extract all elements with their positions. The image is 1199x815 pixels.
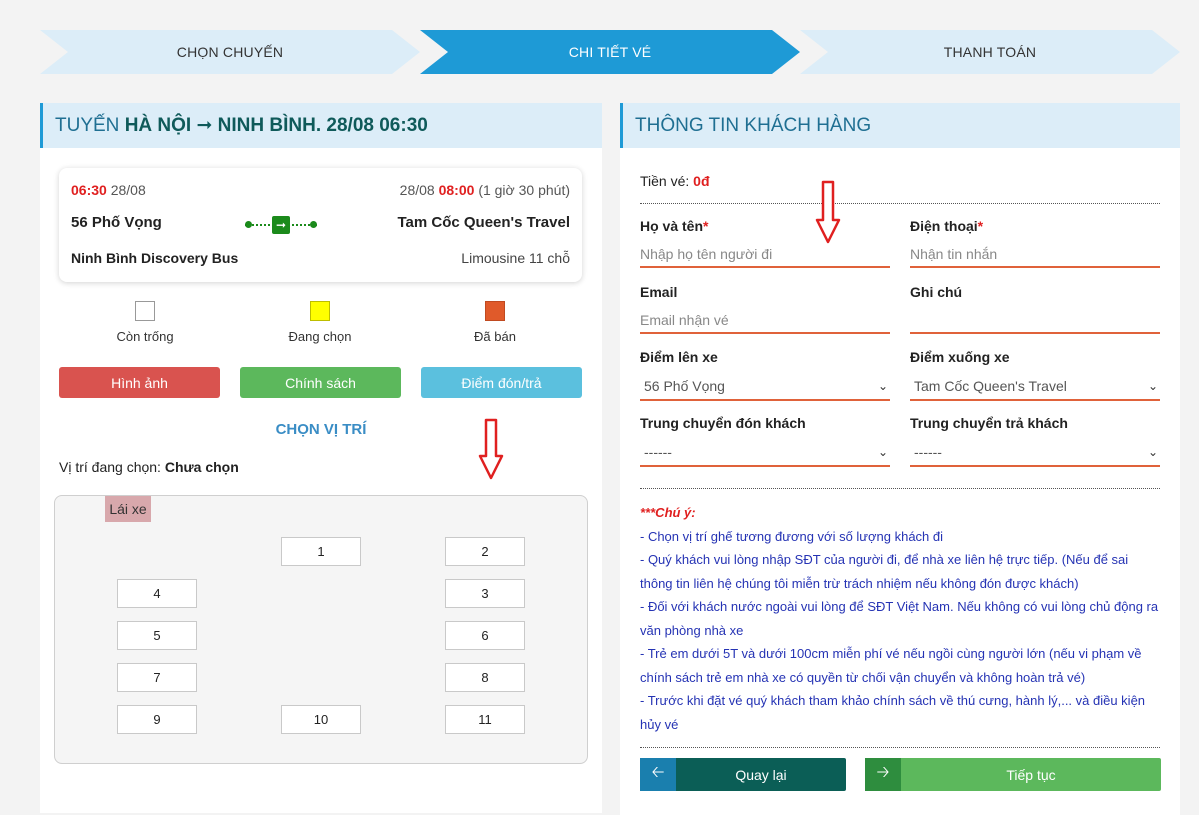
annotation-arrow-icon	[815, 180, 841, 244]
policy-button[interactable]: Chính sách	[240, 367, 401, 398]
phone-field[interactable]: Nhận tin nhắn	[910, 242, 1160, 268]
transfer-dropoff-select[interactable]: ------ ⌄	[910, 439, 1160, 467]
dropoff-point-select[interactable]: Tam Cốc Queen's Travel ⌄	[910, 373, 1160, 401]
route-datetime: . 28/08 06:30	[315, 114, 428, 136]
arrow-left-icon: 🡠	[640, 758, 676, 791]
annotation-arrow-icon	[478, 418, 504, 480]
step-payment[interactable]: THANH TOÁN	[800, 30, 1180, 74]
divider	[640, 747, 1160, 748]
arrow-right-icon: 🡢	[865, 758, 901, 791]
customer-title: THÔNG TIN KHÁCH HÀNG	[635, 114, 872, 136]
driver-seat: Lái xe	[105, 496, 151, 522]
seat[interactable]: 10	[281, 705, 361, 734]
transfer-pickup-label: Trung chuyển đón khách	[640, 415, 806, 431]
customer-panel: THÔNG TIN KHÁCH HÀNG Tiền vé: 0đ Họ và t…	[620, 103, 1180, 815]
back-button[interactable]: 🡠 Quay lại	[640, 758, 846, 791]
choose-seat-title: CHỌN VỊ TRÍ	[275, 421, 367, 438]
selected-seat-label: Vị trí đang chọn:	[59, 459, 165, 475]
seat[interactable]: 8	[445, 663, 525, 692]
step-ticket-details[interactable]: CHI TIẾT VÉ	[420, 30, 800, 74]
seat-map: Lái xe 1 2 4 3 5 6 7 8 9 10 11	[54, 495, 588, 764]
legend-sold: Đã bán	[435, 301, 555, 344]
transfer-pickup-select[interactable]: ------ ⌄	[640, 439, 890, 467]
notice-line: - Trước khi đặt vé quý khách tham khảo c…	[640, 693, 1146, 732]
seat[interactable]: 4	[117, 579, 197, 608]
seat[interactable]: 9	[117, 705, 197, 734]
selected-seat-value: Chưa chọn	[164, 459, 239, 475]
seat[interactable]: 5	[117, 621, 197, 650]
legend-selecting: Đang chọn	[260, 301, 380, 344]
legend-label: Đã bán	[474, 329, 516, 344]
transfer-dropoff-label: Trung chuyển trả khách	[910, 415, 1068, 431]
seat[interactable]: 1	[281, 537, 361, 566]
legend-label: Đang chọn	[288, 329, 352, 344]
phone-label: Điện thoại*	[910, 218, 984, 234]
chevron-down-icon: ⌄	[1147, 445, 1158, 459]
name-label: Họ và tên*	[640, 218, 709, 234]
pickup-dropoff-button[interactable]: Điểm đón/trả	[421, 367, 582, 398]
notice-line: - Đối với khách nước ngoài vui lòng để S…	[640, 599, 1159, 638]
ticket-price: Tiền vé: 0đ	[640, 173, 710, 189]
notice-line: - Chọn vị trí ghế tương đương với số lượ…	[640, 528, 944, 544]
email-field[interactable]: Email nhận vé	[640, 308, 890, 334]
trip-destination: Tam Cốc Queen's Travel	[397, 214, 570, 231]
step-choose-trip[interactable]: CHỌN CHUYẾN	[40, 30, 420, 74]
email-label: Email	[640, 284, 678, 300]
pickup-point-select[interactable]: 56 Phố Vọng ⌄	[640, 373, 890, 401]
trip-duration: (1 giờ 30 phút)	[478, 182, 570, 198]
arrive-date: 28/08	[399, 182, 435, 198]
step-label: CHỌN CHUYẾN	[176, 44, 284, 60]
seat[interactable]: 7	[117, 663, 197, 692]
notice-title: ***Chú ý:	[640, 505, 696, 520]
legend-label: Còn trống	[116, 329, 174, 344]
legend-available: Còn trống	[85, 301, 205, 344]
trip-origin: 56 Phố Vọng	[71, 214, 162, 231]
route-prefix: TUYẾN	[55, 114, 120, 136]
continue-button[interactable]: 🡢 Tiếp tục	[865, 758, 1161, 791]
arrive-time: 08:00	[438, 182, 475, 198]
price-value: 0đ	[693, 173, 710, 189]
progress-steps: CHỌN CHUYẾN CHI TIẾT VÉ THANH TOÁN	[40, 30, 1180, 74]
notice-line: - Quý khách vui lòng nhập SĐT của người …	[640, 552, 1129, 591]
notice-line: - Trẻ em dưới 5T và dưới 100cm miễn phí …	[640, 646, 1142, 685]
selecting-swatch	[310, 301, 330, 321]
trip-panel: TUYẾN HÀ NỘI ➞ NINH BÌNH. 28/08 06:30 06…	[40, 103, 602, 813]
step-label: THANH TOÁN	[943, 44, 1037, 60]
seat[interactable]: 6	[445, 621, 525, 650]
sold-swatch	[485, 301, 505, 321]
step-label: CHI TIẾT VÉ	[568, 44, 652, 60]
divider	[640, 488, 1160, 489]
price-label: Tiền vé:	[640, 173, 694, 189]
notice-box: ***Chú ý: - Chọn vị trí ghế tương đương …	[640, 501, 1160, 736]
images-button[interactable]: Hình ảnh	[59, 367, 220, 398]
name-field[interactable]: Nhập họ tên người đi	[640, 242, 890, 268]
trip-card: 06:30 28/08 28/08 08:00 (1 giờ 30 phút) …	[59, 168, 582, 282]
bus-operator: Ninh Bình Discovery Bus	[71, 250, 239, 266]
route-header: TUYẾN HÀ NỘI ➞ NINH BÌNH. 28/08 06:30	[40, 103, 602, 148]
chevron-down-icon: ⌄	[877, 379, 888, 393]
divider	[640, 203, 1160, 204]
note-label: Ghi chú	[910, 284, 963, 300]
dropoff-point-label: Điểm xuống xe	[910, 349, 1010, 365]
customer-header: THÔNG TIN KHÁCH HÀNG	[620, 103, 1180, 148]
seat[interactable]: 11	[445, 705, 525, 734]
vehicle-type: Limousine 11 chỗ	[461, 250, 570, 266]
seat[interactable]: 2	[445, 537, 525, 566]
selected-seat-info: Vị trí đang chọn: Chưa chọn	[59, 459, 239, 475]
depart-time: 06:30	[71, 182, 107, 198]
chevron-down-icon: ⌄	[1147, 379, 1158, 393]
seat[interactable]: 3	[445, 579, 525, 608]
note-field[interactable]	[910, 308, 1160, 334]
chevron-down-icon: ⌄	[877, 445, 888, 459]
route-arrow-icon: ➞	[245, 216, 317, 234]
continue-button-label: Tiếp tục	[1006, 766, 1056, 783]
back-button-label: Quay lại	[735, 766, 787, 783]
depart-date: 28/08	[110, 182, 146, 198]
pickup-point-label: Điểm lên xe	[640, 349, 718, 365]
available-swatch	[135, 301, 155, 321]
route-name: HÀ NỘI ➞ NINH BÌNH	[124, 115, 316, 136]
